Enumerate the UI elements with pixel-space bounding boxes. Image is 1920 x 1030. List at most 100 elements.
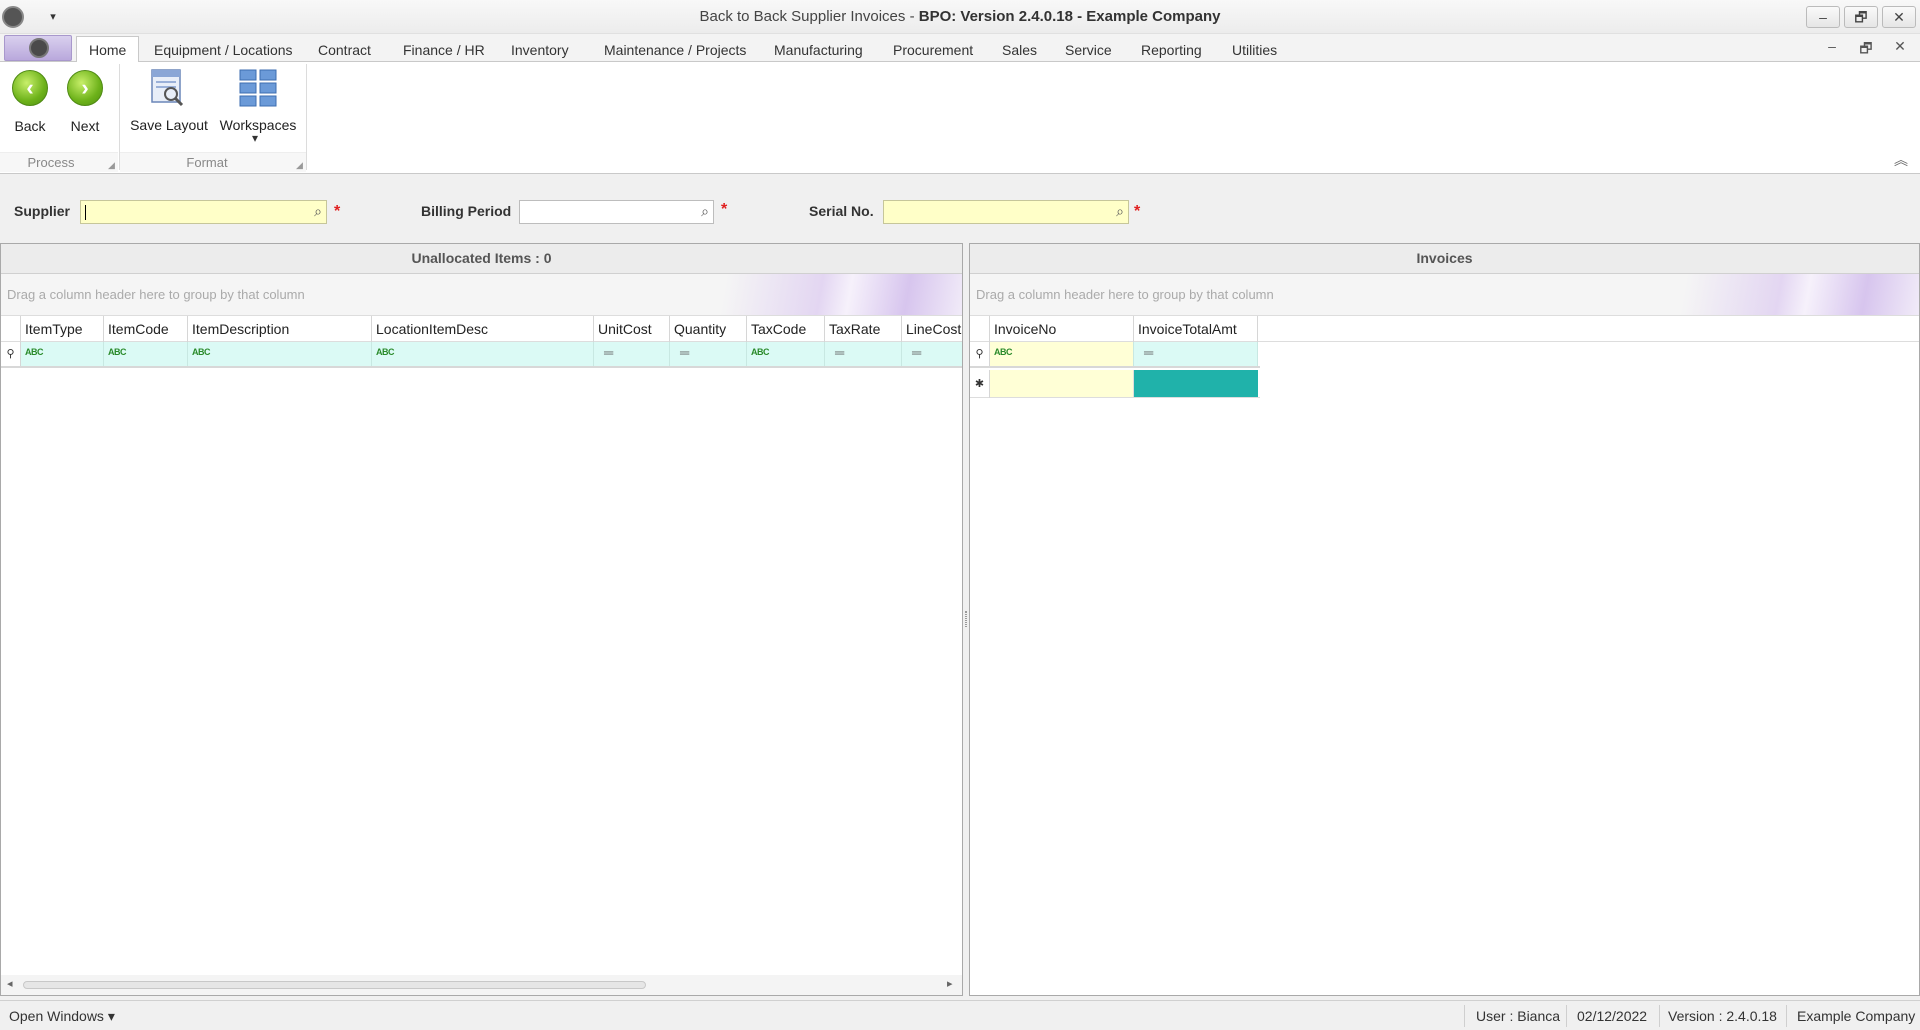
col-header-invoicetotalamt[interactable]: InvoiceTotalAmt (1134, 316, 1258, 342)
text-filter-icon: ABC (994, 347, 1013, 357)
invoices-group-hint: Drag a column header here to group by th… (976, 287, 1274, 302)
col-header-taxcode[interactable]: TaxCode (747, 316, 825, 342)
invoices-group-panel[interactable]: Drag a column header here to group by th… (970, 274, 1919, 316)
filter-cell-invoiceno[interactable]: ABC (990, 342, 1134, 366)
status-separator (1786, 1005, 1787, 1027)
serial-no-input[interactable]: ⌕ (883, 200, 1129, 224)
process-group-launcher-icon[interactable]: ◢ (108, 160, 115, 171)
next-button[interactable]: › Next (64, 68, 106, 140)
next-label: Next (70, 118, 100, 134)
invoices-panel: Invoices Drag a column header here to gr… (969, 243, 1920, 996)
open-windows-menu[interactable]: Open Windows ▾ (9, 1008, 115, 1025)
filter-cell-taxcode[interactable]: ABC (747, 342, 825, 366)
mdi-minimize-button[interactable]: – (1822, 38, 1842, 58)
tab-home[interactable]: Home (76, 36, 140, 63)
mdi-close-button[interactable]: ✕ (1890, 38, 1910, 58)
title-bar: ▾ Back to Back Supplier Invoices - BPO: … (0, 0, 1920, 34)
window-minimize-button[interactable]: – (1806, 6, 1840, 28)
tab-procurement[interactable]: Procurement (893, 38, 973, 62)
scroll-left-icon[interactable]: ◂ (7, 977, 13, 990)
tab-equipment-locations[interactable]: Equipment / Locations (154, 38, 293, 62)
col-header-locationitemdesc[interactable]: LocationItemDesc (372, 316, 594, 342)
group-separator (306, 64, 307, 170)
ribbon-tab-bar: Home Equipment / Locations Contract Fina… (0, 34, 1920, 63)
col-header-invoiceno[interactable]: InvoiceNo (990, 316, 1134, 342)
filter-cell-itemtype[interactable]: ABC (21, 342, 104, 366)
col-header-unitcost[interactable]: UnitCost (594, 316, 670, 342)
splitter-grip-icon (965, 611, 967, 627)
col-header-linecost[interactable]: LineCost (902, 316, 962, 342)
text-filter-icon: ABC (192, 347, 211, 357)
status-user: User : Bianca (1476, 1008, 1561, 1024)
col-header-itemcode[interactable]: ItemCode (104, 316, 188, 342)
workspaces-dropdown-icon: ▾ (252, 131, 259, 145)
app-menu-logo-icon (29, 38, 49, 58)
format-group-label: Format (186, 155, 228, 170)
equals-filter-icon: ═ (604, 345, 614, 360)
back-button[interactable]: ‹ Back (10, 68, 50, 140)
invoices-title: Invoices (970, 244, 1919, 274)
filter-cell-quantity[interactable]: ═ (670, 342, 747, 366)
tab-manufacturing[interactable]: Manufacturing (774, 38, 863, 62)
col-header-itemtype[interactable]: ItemType (21, 316, 104, 342)
workspaces-button[interactable]: Workspaces ▾ (219, 66, 297, 150)
serial-no-search-icon[interactable]: ⌕ (1116, 203, 1124, 220)
next-arrow-icon: › (67, 70, 103, 106)
invoices-column-headers: InvoiceNo InvoiceTotalAmt (970, 316, 1919, 342)
supplier-label: Supplier (14, 203, 71, 219)
tab-contract[interactable]: Contract (318, 38, 371, 62)
filter-cell-linecost[interactable]: ═ (902, 342, 962, 366)
filter-cell-itemdescription[interactable]: ABC (188, 342, 372, 366)
status-company: Example Company (1797, 1008, 1916, 1024)
window-title-prefix: Back to Back Supplier Invoices - (699, 8, 919, 25)
tab-sales[interactable]: Sales (1002, 38, 1037, 62)
supplier-input[interactable]: ⌕ (80, 200, 327, 224)
format-group-launcher-icon[interactable]: ◢ (296, 160, 303, 171)
scrollbar-thumb[interactable] (23, 981, 646, 989)
status-version: Version : 2.4.0.18 (1668, 1008, 1777, 1024)
billing-period-search-icon[interactable]: ⌕ (701, 203, 709, 220)
tab-finance-hr[interactable]: Finance / HR (403, 38, 485, 62)
new-item-row[interactable]: ✱ (970, 370, 1260, 398)
window-title: Back to Back Supplier Invoices - BPO: Ve… (0, 8, 1920, 25)
tab-reporting[interactable]: Reporting (1141, 38, 1202, 62)
window-restore-button[interactable]: 🗗 (1844, 6, 1878, 28)
horizontal-scrollbar[interactable]: ◂ ▸ (1, 975, 962, 995)
equals-filter-icon: ═ (680, 345, 690, 360)
application-menu-button[interactable] (4, 35, 72, 61)
new-row-invoiceno-cell[interactable] (990, 370, 1134, 397)
back-label: Back (14, 118, 46, 134)
ribbon-panel: ‹ Back › Next Process ◢ Save Layout Work… (0, 62, 1920, 174)
save-layout-label: Save Layout (130, 117, 208, 133)
collapse-ribbon-icon[interactable]: ︽ (1894, 150, 1908, 170)
filter-cell-locationitemdesc[interactable]: ABC (372, 342, 594, 366)
scroll-right-icon[interactable]: ▸ (947, 977, 953, 990)
invoices-auto-filter-row: ⚲ ABC ═ (970, 342, 1260, 368)
tab-maintenance-projects[interactable]: Maintenance / Projects (604, 38, 746, 62)
unallocated-items-title: Unallocated Items : 0 (1, 244, 962, 274)
window-close-button[interactable]: ✕ (1882, 6, 1916, 28)
unallocated-group-panel[interactable]: Drag a column header here to group by th… (1, 274, 962, 316)
billing-period-input[interactable]: ⌕ (519, 200, 714, 224)
window-title-bold: BPO: Version 2.4.0.18 - Example Company (918, 8, 1221, 25)
save-layout-button[interactable]: Save Layout (128, 66, 210, 140)
tab-service[interactable]: Service (1065, 38, 1112, 62)
text-filter-icon: ABC (25, 347, 44, 357)
tab-inventory[interactable]: Inventory (511, 38, 569, 62)
supplier-search-icon[interactable]: ⌕ (314, 203, 322, 220)
row-indicator-header (1, 316, 21, 342)
col-header-itemdescription[interactable]: ItemDescription (188, 316, 372, 342)
mdi-restore-button[interactable]: 🗗 (1856, 38, 1876, 58)
tab-utilities[interactable]: Utilities (1232, 38, 1277, 62)
new-row-invoicetotalamt-cell[interactable] (1134, 370, 1258, 397)
col-header-taxrate[interactable]: TaxRate (825, 316, 902, 342)
col-header-quantity[interactable]: Quantity (670, 316, 747, 342)
filter-cell-unitcost[interactable]: ═ (594, 342, 670, 366)
filter-cell-itemcode[interactable]: ABC (104, 342, 188, 366)
filter-cell-taxrate[interactable]: ═ (825, 342, 902, 366)
workspaces-grid-icon (239, 69, 277, 107)
filter-cell-invoicetotalamt[interactable]: ═ (1134, 342, 1258, 366)
equals-filter-icon: ═ (1144, 345, 1154, 360)
text-filter-icon: ABC (751, 347, 770, 357)
new-row-indicator-icon: ✱ (970, 370, 990, 398)
